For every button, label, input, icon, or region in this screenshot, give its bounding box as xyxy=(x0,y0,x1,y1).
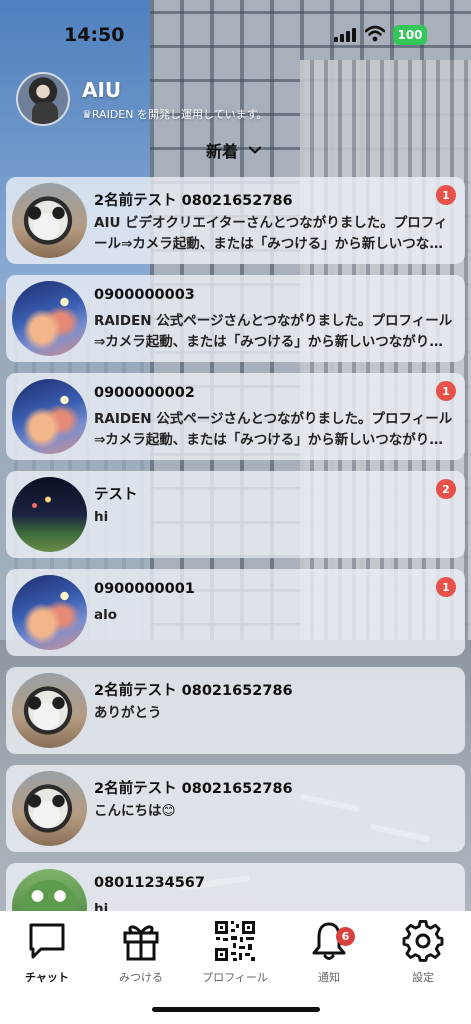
tab-bar: チャット みつける プロフィール 6 通知 設定 xyxy=(0,911,471,1024)
unread-badge: 1 xyxy=(436,577,456,597)
avatar xyxy=(12,575,87,650)
gear-icon xyxy=(402,920,444,962)
chat-list-item[interactable]: 2名前テスト 08021652786 こんにちは😊 xyxy=(6,765,465,852)
tab-label: みつける xyxy=(119,971,163,984)
tab-label: チャット xyxy=(25,971,69,984)
profile-name: AIU xyxy=(82,78,122,102)
home-indicator xyxy=(152,1007,320,1012)
gift-icon xyxy=(123,925,159,961)
profile-description: ♛RAIDEN を開発し運用しています。 xyxy=(82,108,268,121)
chat-preview: RAIDEN 公式ページさんとつながりました。プロフィール⇒カメラ起動、または「… xyxy=(94,411,453,448)
avatar xyxy=(12,673,87,748)
chat-list-item[interactable]: 2名前テスト 08021652786 ありがとう xyxy=(6,667,465,754)
avatar xyxy=(12,183,87,258)
avatar xyxy=(12,281,87,356)
chat-list-item[interactable]: 0900000001 alo 1 xyxy=(6,569,465,656)
avatar xyxy=(12,869,87,911)
unread-badge: 2 xyxy=(436,479,456,499)
unread-badge: 1 xyxy=(436,381,456,401)
tab-label: プロフィール xyxy=(202,971,268,984)
qr-code-icon xyxy=(214,920,256,962)
sort-label: 新着 xyxy=(206,142,239,161)
chat-preview: hi xyxy=(94,901,109,911)
chat-name: 0900000002 xyxy=(94,385,195,401)
battery-icon: 100 xyxy=(393,25,427,45)
tab-settings[interactable]: 設定 xyxy=(376,919,470,999)
chat-list-item[interactable]: 0900000003 RAIDEN 公式ページさんとつながりました。プロフィール… xyxy=(6,275,465,362)
chat-list-item[interactable]: 2名前テスト 08021652786 AIU ビデオクリエイターさんとつながりま… xyxy=(6,177,465,264)
avatar xyxy=(12,379,87,454)
chat-preview: AIU ビデオクリエイターさんとつながりました。プロフィール⇒カメラ起動、または… xyxy=(94,215,448,252)
tab-chat[interactable]: チャット xyxy=(0,919,94,999)
tab-discover[interactable]: みつける xyxy=(94,919,188,999)
avatar xyxy=(12,477,87,552)
sort-dropdown[interactable]: 新着 xyxy=(206,138,262,162)
chat-list[interactable]: 2名前テスト 08021652786 AIU ビデオクリエイターさんとつながりま… xyxy=(0,176,471,911)
chat-list-item[interactable]: テスト hi 2 xyxy=(6,471,465,558)
chat-name: テスト xyxy=(94,487,138,503)
chat-preview: こんにちは😊 xyxy=(94,803,176,819)
status-bar: 14:50 100 xyxy=(0,0,471,60)
status-time: 14:50 xyxy=(64,24,125,46)
chat-name: 2名前テスト 08021652786 xyxy=(94,193,293,209)
tab-notifications[interactable]: 6 通知 xyxy=(282,919,376,999)
chat-bubble-icon xyxy=(29,923,65,959)
chat-list-item[interactable]: 0900000002 RAIDEN 公式ページさんとつながりました。プロフィール… xyxy=(6,373,465,460)
chat-preview: RAIDEN 公式ページさんとつながりました。プロフィール⇒カメラ起動、または「… xyxy=(94,313,453,350)
chat-name: 0900000001 xyxy=(94,581,195,597)
wifi-icon xyxy=(365,25,385,42)
chat-list-item[interactable]: 08011234567 hi xyxy=(6,863,465,911)
chat-preview: alo xyxy=(94,607,118,623)
chat-preview: hi xyxy=(94,509,109,525)
tab-label: 設定 xyxy=(412,971,434,984)
chat-name: 2名前テスト 08021652786 xyxy=(94,781,293,797)
tab-label: 通知 xyxy=(318,971,340,984)
chat-name: 08011234567 xyxy=(94,875,205,891)
avatar[interactable] xyxy=(16,72,70,126)
profile-header[interactable]: AIU ♛RAIDEN を開発し運用しています。 xyxy=(16,72,456,128)
chat-name: 0900000003 xyxy=(94,287,195,303)
tab-profile[interactable]: プロフィール xyxy=(188,919,282,999)
chevron-down-icon xyxy=(249,146,262,154)
chat-preview: ありがとう xyxy=(94,705,162,721)
notification-badge: 6 xyxy=(336,927,355,946)
avatar xyxy=(12,771,87,846)
signal-icon xyxy=(334,28,358,42)
chat-name: 2名前テスト 08021652786 xyxy=(94,683,293,699)
unread-badge: 1 xyxy=(436,185,456,205)
